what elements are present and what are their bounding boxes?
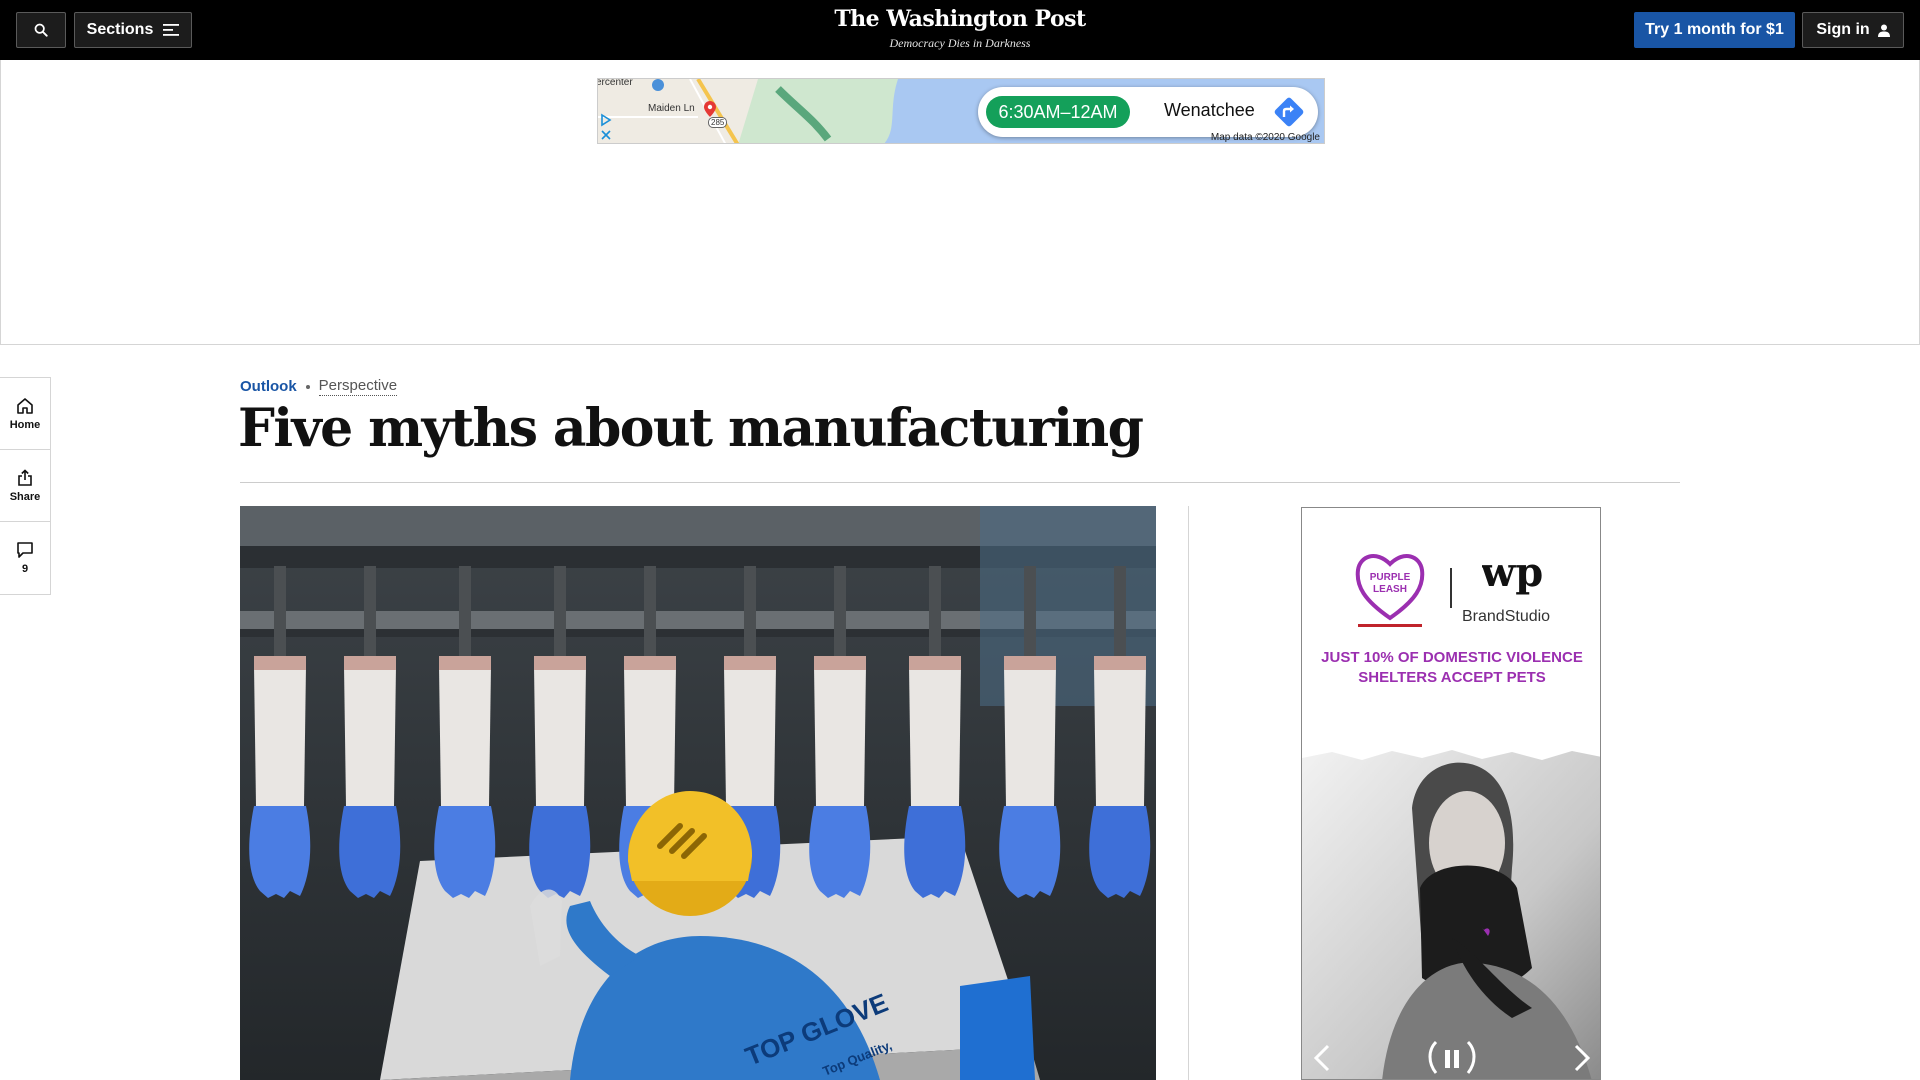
sidebar-ad[interactable]: PURPLE LEASH wp BrandStudio JUST 10% OF … [1301,507,1601,1080]
top-ad-slot: ercenter Maiden Ln 285 6:30AM–12AM Wenat… [0,60,1920,345]
svg-text:wp: wp [1482,549,1542,596]
masthead[interactable]: The Washington Post Democracy Dies in Da… [760,6,1160,51]
brand-logo[interactable]: The Washington Post [760,6,1160,32]
wp-monogram: wp [1482,549,1542,596]
comment-icon [17,542,33,558]
logo-line-2: LEASH [1373,584,1407,595]
top-nav-bar: Sections The Washington Post Democracy D… [0,0,1920,60]
worker-figure: TOP GLOVE Top Quality, [530,791,894,1080]
directions-icon[interactable] [1273,96,1305,128]
rail-share-button[interactable]: Share [0,450,50,522]
map-ad[interactable]: ercenter Maiden Ln 285 6:30AM–12AM Wenat… [597,78,1325,144]
ad-photo [1302,750,1600,1079]
rail-comments-count: 9 [21,563,29,575]
rail-home-label: Home [9,418,41,431]
chevron-left-icon[interactable] [1312,1043,1332,1073]
rail-share-label: Share [9,490,41,503]
pause-icon[interactable] [1426,1038,1478,1078]
store-hours-card[interactable]: 6:30AM–12AM Wenatchee [978,87,1318,137]
ad-headline: JUST 10% OF DOMESTIC VIOLENCE SHELTERS A… [1321,649,1583,686]
purple-leash-logo: PURPLE LEASH [1355,554,1425,627]
rail-comments-button[interactable]: 9 [0,522,50,594]
article-kicker: Outlook Perspective [240,377,398,396]
hours-badge: 6:30AM–12AM [986,96,1130,128]
sections-label: Sections [86,21,154,38]
sections-button[interactable]: Sections [74,12,192,48]
home-icon [17,397,33,414]
map-pin-icon [704,101,716,117]
logo-line-1: PURPLE [1370,572,1411,583]
rail-home-button[interactable]: Home [0,378,50,450]
subscribe-button[interactable]: Try 1 month for $1 [1634,12,1795,48]
search-button[interactable] [16,12,66,48]
map-credit: Map data ©2020 Google [1210,132,1320,143]
map-poi-label: ercenter [597,78,633,88]
user-icon [1877,24,1890,37]
tagline: Democracy Dies in Darkness [889,36,1031,50]
logo-divider [1450,568,1452,608]
article-headline: Five myths about manufacturing [238,398,1144,459]
search-icon [34,23,48,37]
sign-in-button[interactable]: Sign in [1802,12,1904,48]
headline-divider [240,482,1680,483]
kicker-separator [305,384,310,389]
left-rail: Home Share 9 [0,377,51,595]
highway-shield: 285 [708,117,728,128]
sign-in-label: Sign in [1816,21,1870,38]
map-street-label: Maiden Ln [648,103,695,114]
column-divider [1188,506,1189,1080]
adchoices-icon[interactable] [600,113,612,141]
store-city: Wenatchee [1164,100,1255,120]
perspective-label[interactable]: Perspective [318,377,398,396]
section-link[interactable]: Outlook [240,378,297,395]
brandstudio-label: BrandStudio [1462,608,1551,625]
menu-icon [163,24,180,36]
lead-photo[interactable]: TOP GLOVE Top Quality, [240,506,1156,1080]
share-icon [18,468,32,486]
chevron-right-icon[interactable] [1572,1043,1592,1073]
